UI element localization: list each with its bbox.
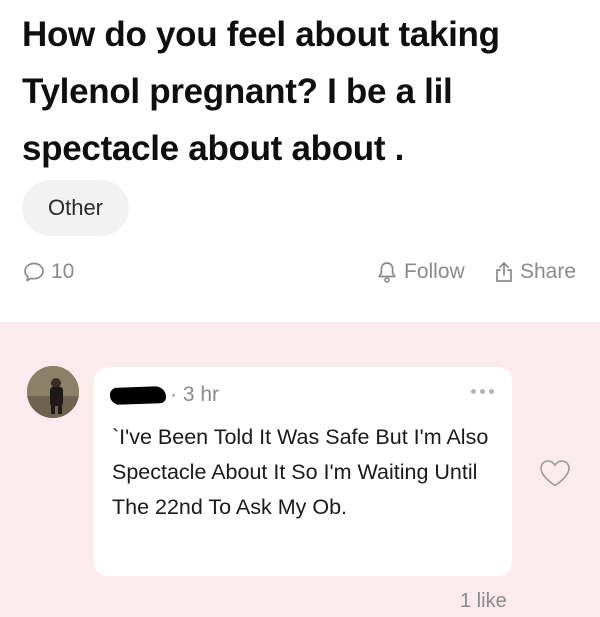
bell-icon	[378, 262, 396, 283]
comment-timestamp: · 3 hr	[170, 383, 220, 406]
follow-button[interactable]: Follow	[376, 260, 465, 284]
author-name-redacted	[109, 386, 167, 405]
avatar-photo	[27, 366, 79, 418]
category-tag[interactable]: Other	[22, 180, 129, 236]
like-count: 1 like	[460, 590, 507, 612]
share-button[interactable]: Share	[494, 260, 576, 284]
more-icon[interactable]	[471, 389, 494, 394]
share-label: Share	[520, 260, 577, 283]
post-actions: 10 Follow Share	[0, 254, 600, 294]
follow-label: Follow	[404, 260, 465, 283]
comment-text: `I've Been Told It Was Safe But I'm Also…	[112, 425, 489, 519]
comment-card: · 3 hr `I've Been Told It Was Safe But I…	[94, 367, 512, 576]
heart-icon	[540, 460, 570, 487]
comment-icon	[24, 262, 44, 282]
post-title: How do you feel about taking Tylenol pre…	[22, 15, 500, 168]
comments-button[interactable]: 10	[22, 260, 74, 284]
like-button[interactable]	[538, 458, 572, 493]
share-icon	[496, 262, 512, 282]
comment-count: 10	[51, 260, 75, 283]
comments-section: · 3 hr `I've Been Told It Was Safe But I…	[0, 322, 600, 617]
avatar[interactable]	[27, 366, 79, 418]
